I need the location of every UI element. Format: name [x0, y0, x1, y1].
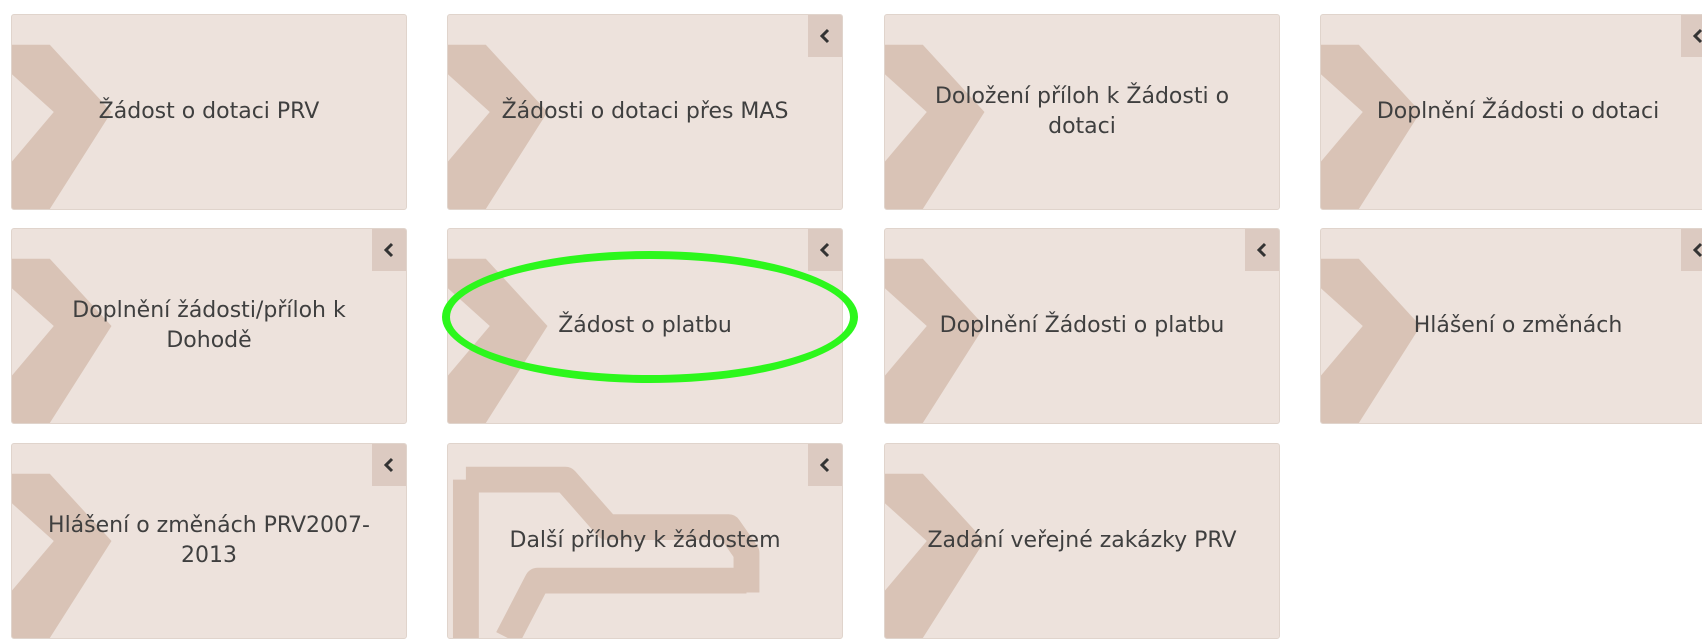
tile-dalsi-prilohy-k-zadostem[interactable]: Další přílohy k žádostem [447, 443, 843, 639]
chevron-left-icon [383, 457, 394, 473]
tile-doplneni-zadosti-o-platbu[interactable]: Doplnění Žádosti o platbu [884, 228, 1280, 424]
tile-zadosti-o-dotaci-pres-mas[interactable]: Žádosti o dotaci přes MAS [447, 14, 843, 210]
collapse-button[interactable] [1681, 229, 1702, 271]
tile-label: Hlášení o změnách [1413, 313, 1623, 338]
chevron-left-icon [1692, 242, 1702, 258]
tile-hlaseni-o-zmenach-prv2007-2013[interactable]: Hlášení o změnách PRV2007-2013 [11, 443, 407, 639]
tile-label: Žádost o platbu [558, 313, 732, 338]
chevron-left-icon [1256, 242, 1267, 258]
chevron-left-icon [1692, 28, 1702, 44]
tile-hlaseni-o-zmenach[interactable]: Hlášení o změnách [1320, 228, 1702, 424]
collapse-button[interactable] [1245, 229, 1279, 271]
tile-label: Další přílohy k žádostem [509, 528, 781, 553]
chevron-left-icon [819, 457, 830, 473]
collapse-button[interactable] [372, 229, 406, 271]
tile-label: Hlášení o změnách PRV2007-2013 [48, 513, 370, 568]
collapse-button[interactable] [808, 229, 842, 271]
tile-label: Doložení příloh k Žádosti o dotaci [934, 84, 1230, 139]
chevron-left-icon [819, 28, 830, 44]
collapse-button[interactable] [808, 15, 842, 57]
tile-doplneni-zadosti-priloh-k-dohode[interactable]: Doplnění žádosti/příloh k Dohodě [11, 228, 407, 424]
tile-label: Doplnění žádosti/příloh k Dohodě [72, 298, 346, 353]
tile-doplneni-zadosti-o-dotaci[interactable]: Doplnění Žádosti o dotaci [1320, 14, 1702, 210]
tile-zadost-o-platbu[interactable]: Žádost o platbu [447, 228, 843, 424]
tile-label: Doplnění Žádosti o platbu [939, 313, 1225, 338]
tile-zadani-verejne-zakazky-prv[interactable]: Zadání veřejné zakázky PRV [884, 443, 1280, 639]
collapse-button[interactable] [372, 444, 406, 486]
tile-dolozeni-priloh[interactable]: Doložení příloh k Žádosti o dotaci [884, 14, 1280, 210]
tile-label: Žádost o dotaci PRV [98, 99, 320, 124]
tile-label: Zadání veřejné zakázky PRV [927, 528, 1237, 553]
chevron-left-icon [383, 242, 394, 258]
tile-label: Žádosti o dotaci přes MAS [501, 99, 789, 124]
collapse-button[interactable] [1681, 15, 1702, 57]
chevron-left-icon [819, 242, 830, 258]
collapse-button[interactable] [808, 444, 842, 486]
tile-zadost-o-dotaci-prv[interactable]: Žádost o dotaci PRV [11, 14, 407, 210]
tile-label: Doplnění Žádosti o dotaci [1376, 99, 1660, 124]
